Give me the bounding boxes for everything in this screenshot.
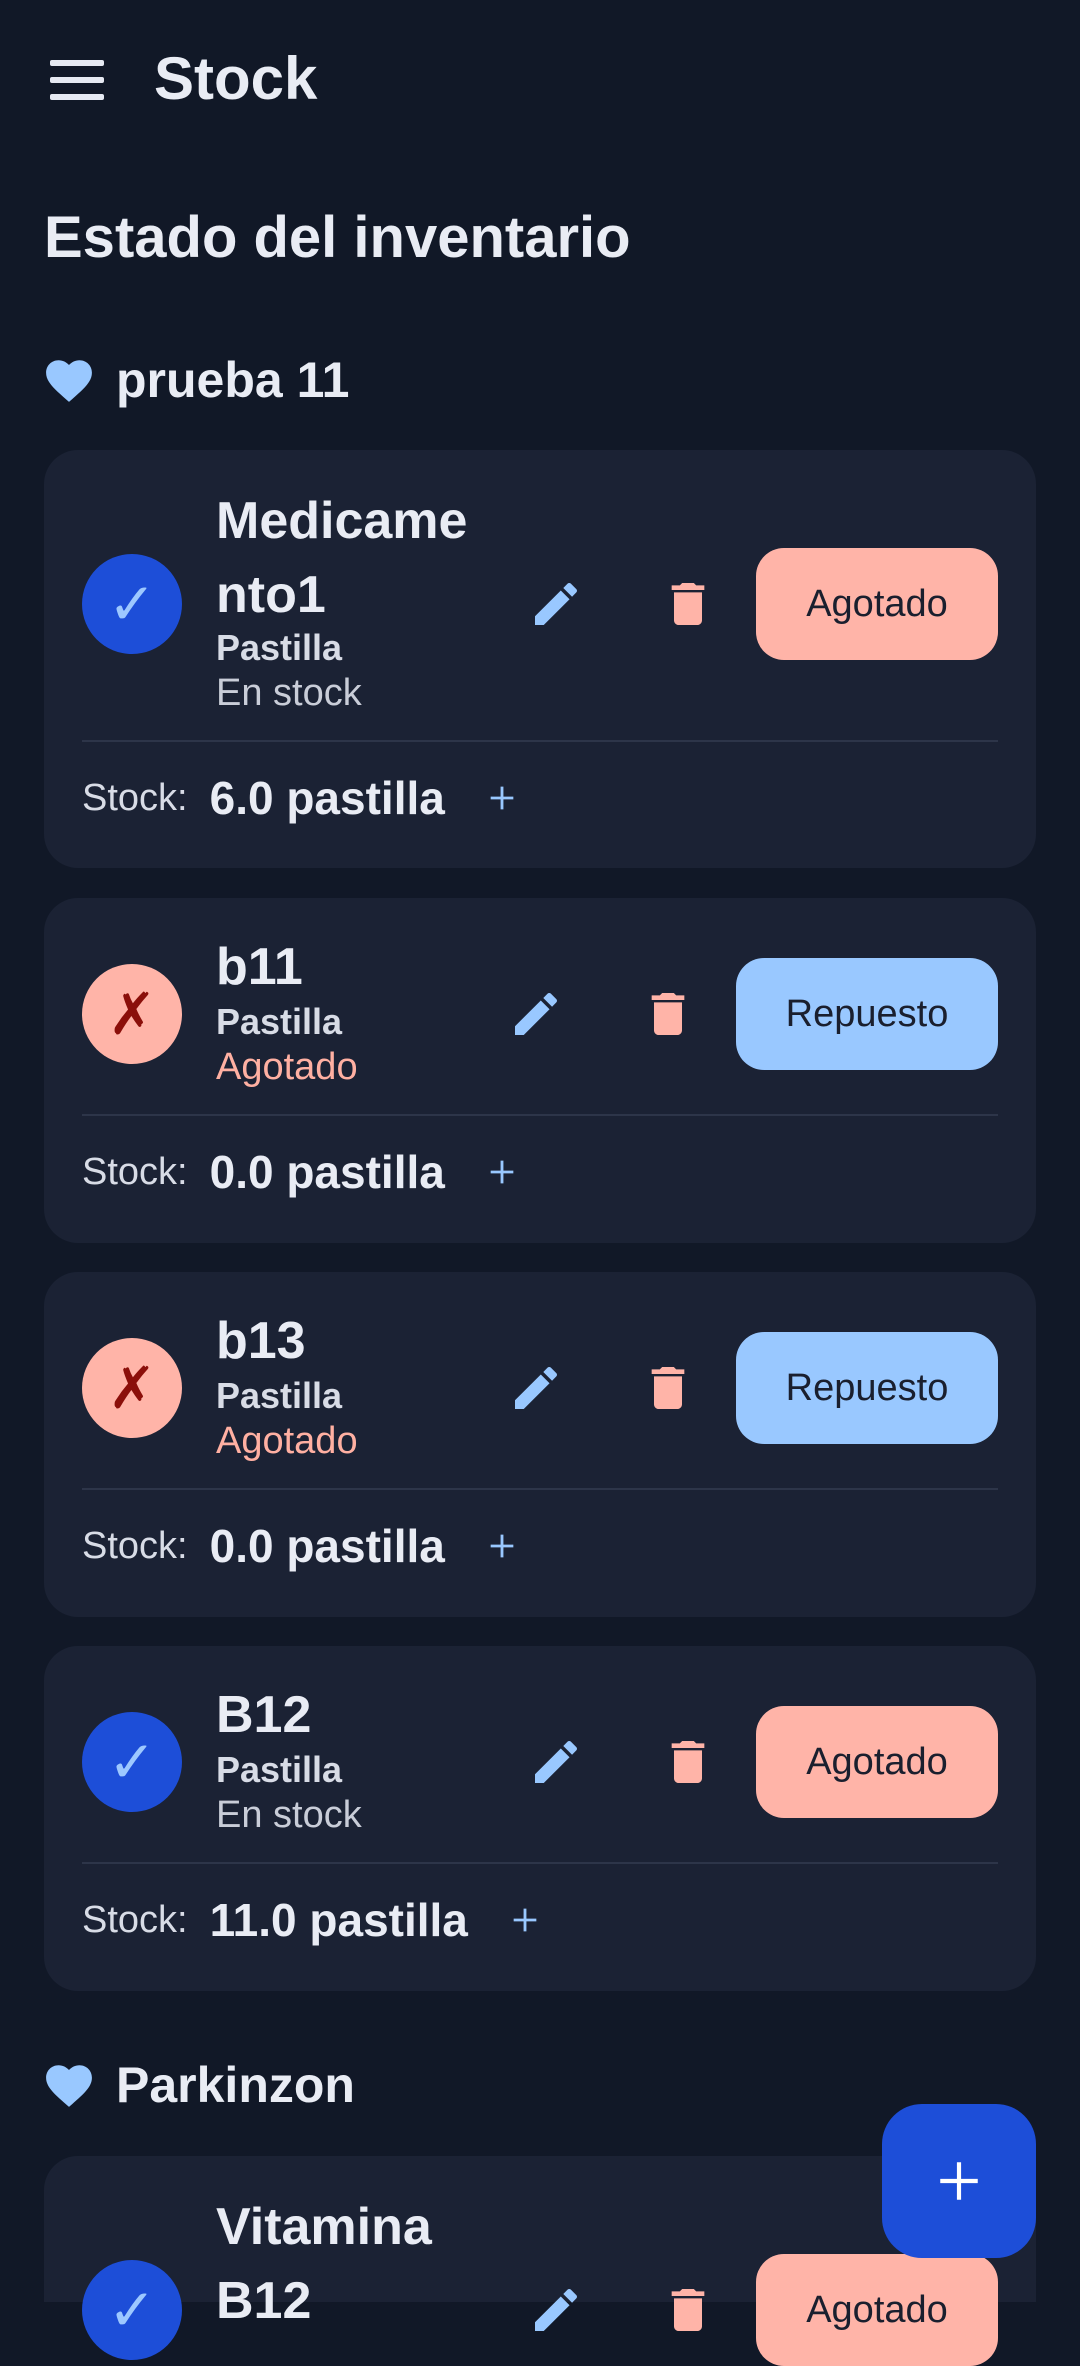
divider	[82, 1488, 998, 1490]
medication-name: b11	[216, 938, 303, 996]
medication-card: ✗ b13 Pastilla Agotado Repuesto Stock: 0…	[44, 1272, 1036, 1617]
check-icon: ✓	[82, 2260, 182, 2360]
check-icon: ✓	[82, 1712, 182, 1812]
menu-icon[interactable]	[50, 60, 104, 100]
medication-status: Agotado	[216, 1420, 358, 1462]
plus-icon[interactable]	[485, 1155, 519, 1189]
plus-icon[interactable]	[485, 1529, 519, 1563]
group-header: Parkinzon	[44, 2050, 355, 2120]
app-title: Stock	[154, 45, 318, 112]
medication-name-line: Vitamina	[216, 2198, 432, 2256]
medication-name: B12	[216, 1686, 312, 1744]
cross-icon: ✗	[82, 1338, 182, 1438]
stock-label: Stock:	[82, 776, 188, 819]
medication-status: En stock	[216, 1794, 362, 1836]
divider	[82, 1862, 998, 1864]
restock-button[interactable]: Repuesto	[736, 958, 998, 1070]
edit-icon[interactable]	[528, 576, 584, 632]
stock-row: Stock: 0.0 pastilla	[82, 1142, 519, 1202]
edit-icon[interactable]	[528, 2282, 584, 2338]
stock-label: Stock:	[82, 1150, 188, 1193]
medication-form: Pastilla	[216, 1375, 343, 1416]
medication-name-line: nto1	[216, 566, 326, 624]
medication-name: Medicame nto1	[216, 484, 516, 632]
medication-status: En stock	[216, 672, 362, 714]
stock-value: 6.0 pastilla	[209, 772, 445, 824]
plus-icon[interactable]	[485, 781, 519, 815]
divider	[82, 1114, 998, 1116]
trash-icon[interactable]	[660, 1734, 716, 1790]
edit-icon[interactable]	[508, 1360, 564, 1416]
plus-icon[interactable]	[508, 1903, 542, 1937]
add-medication-fab[interactable]	[882, 2104, 1036, 2258]
plus-icon	[940, 2162, 978, 2200]
group-header: prueba 11	[44, 345, 349, 415]
trash-icon[interactable]	[660, 2282, 716, 2338]
stock-label: Stock:	[82, 1524, 188, 1567]
stock-value: 0.0 pastilla	[209, 1520, 445, 1572]
edit-icon[interactable]	[528, 1734, 584, 1790]
stock-value: 0.0 pastilla	[209, 1146, 445, 1198]
mark-out-of-stock-button[interactable]: Agotado	[756, 1706, 998, 1818]
edit-icon[interactable]	[508, 986, 564, 1042]
medication-name-line: B12	[216, 2272, 312, 2330]
heart-icon	[46, 2065, 92, 2107]
heart-icon	[46, 360, 92, 402]
medication-card: ✓ Medicame nto1 Pastilla En stock Agotad…	[44, 450, 1036, 868]
group-name: Parkinzon	[116, 2057, 355, 2113]
medication-form: Pastilla	[216, 1749, 343, 1790]
mark-out-of-stock-button[interactable]: Agotado	[756, 548, 998, 660]
trash-icon[interactable]	[640, 986, 696, 1042]
stock-value: 11.0 pastilla	[209, 1894, 468, 1946]
medication-name-line: Medicame	[216, 492, 468, 550]
trash-icon[interactable]	[640, 1360, 696, 1416]
check-icon: ✓	[82, 554, 182, 654]
medication-status: Agotado	[216, 1046, 358, 1088]
medication-card: ✗ b11 Pastilla Agotado Repuesto Stock: 0…	[44, 898, 1036, 1243]
mark-out-of-stock-button[interactable]: Agotado	[756, 2254, 998, 2366]
page-heading: Estado del inventario	[44, 205, 631, 270]
medication-form: Pastilla	[216, 1001, 343, 1042]
cross-icon: ✗	[82, 964, 182, 1064]
medication-card: ✓ B12 Pastilla En stock Agotado Stock: 1…	[44, 1646, 1036, 1991]
trash-icon[interactable]	[660, 576, 716, 632]
app-bar: Stock	[0, 0, 1080, 160]
stock-label: Stock:	[82, 1898, 188, 1941]
stock-row: Stock: 11.0 pastilla	[82, 1890, 542, 1950]
medication-name: b13	[216, 1312, 306, 1370]
medication-name: Vitamina B12	[216, 2190, 516, 2338]
stock-row: Stock: 6.0 pastilla	[82, 768, 519, 828]
medication-form: Pastilla	[216, 627, 343, 668]
restock-button[interactable]: Repuesto	[736, 1332, 998, 1444]
divider	[82, 740, 998, 742]
stock-row: Stock: 0.0 pastilla	[82, 1516, 519, 1576]
group-name: prueba 11	[116, 352, 350, 408]
